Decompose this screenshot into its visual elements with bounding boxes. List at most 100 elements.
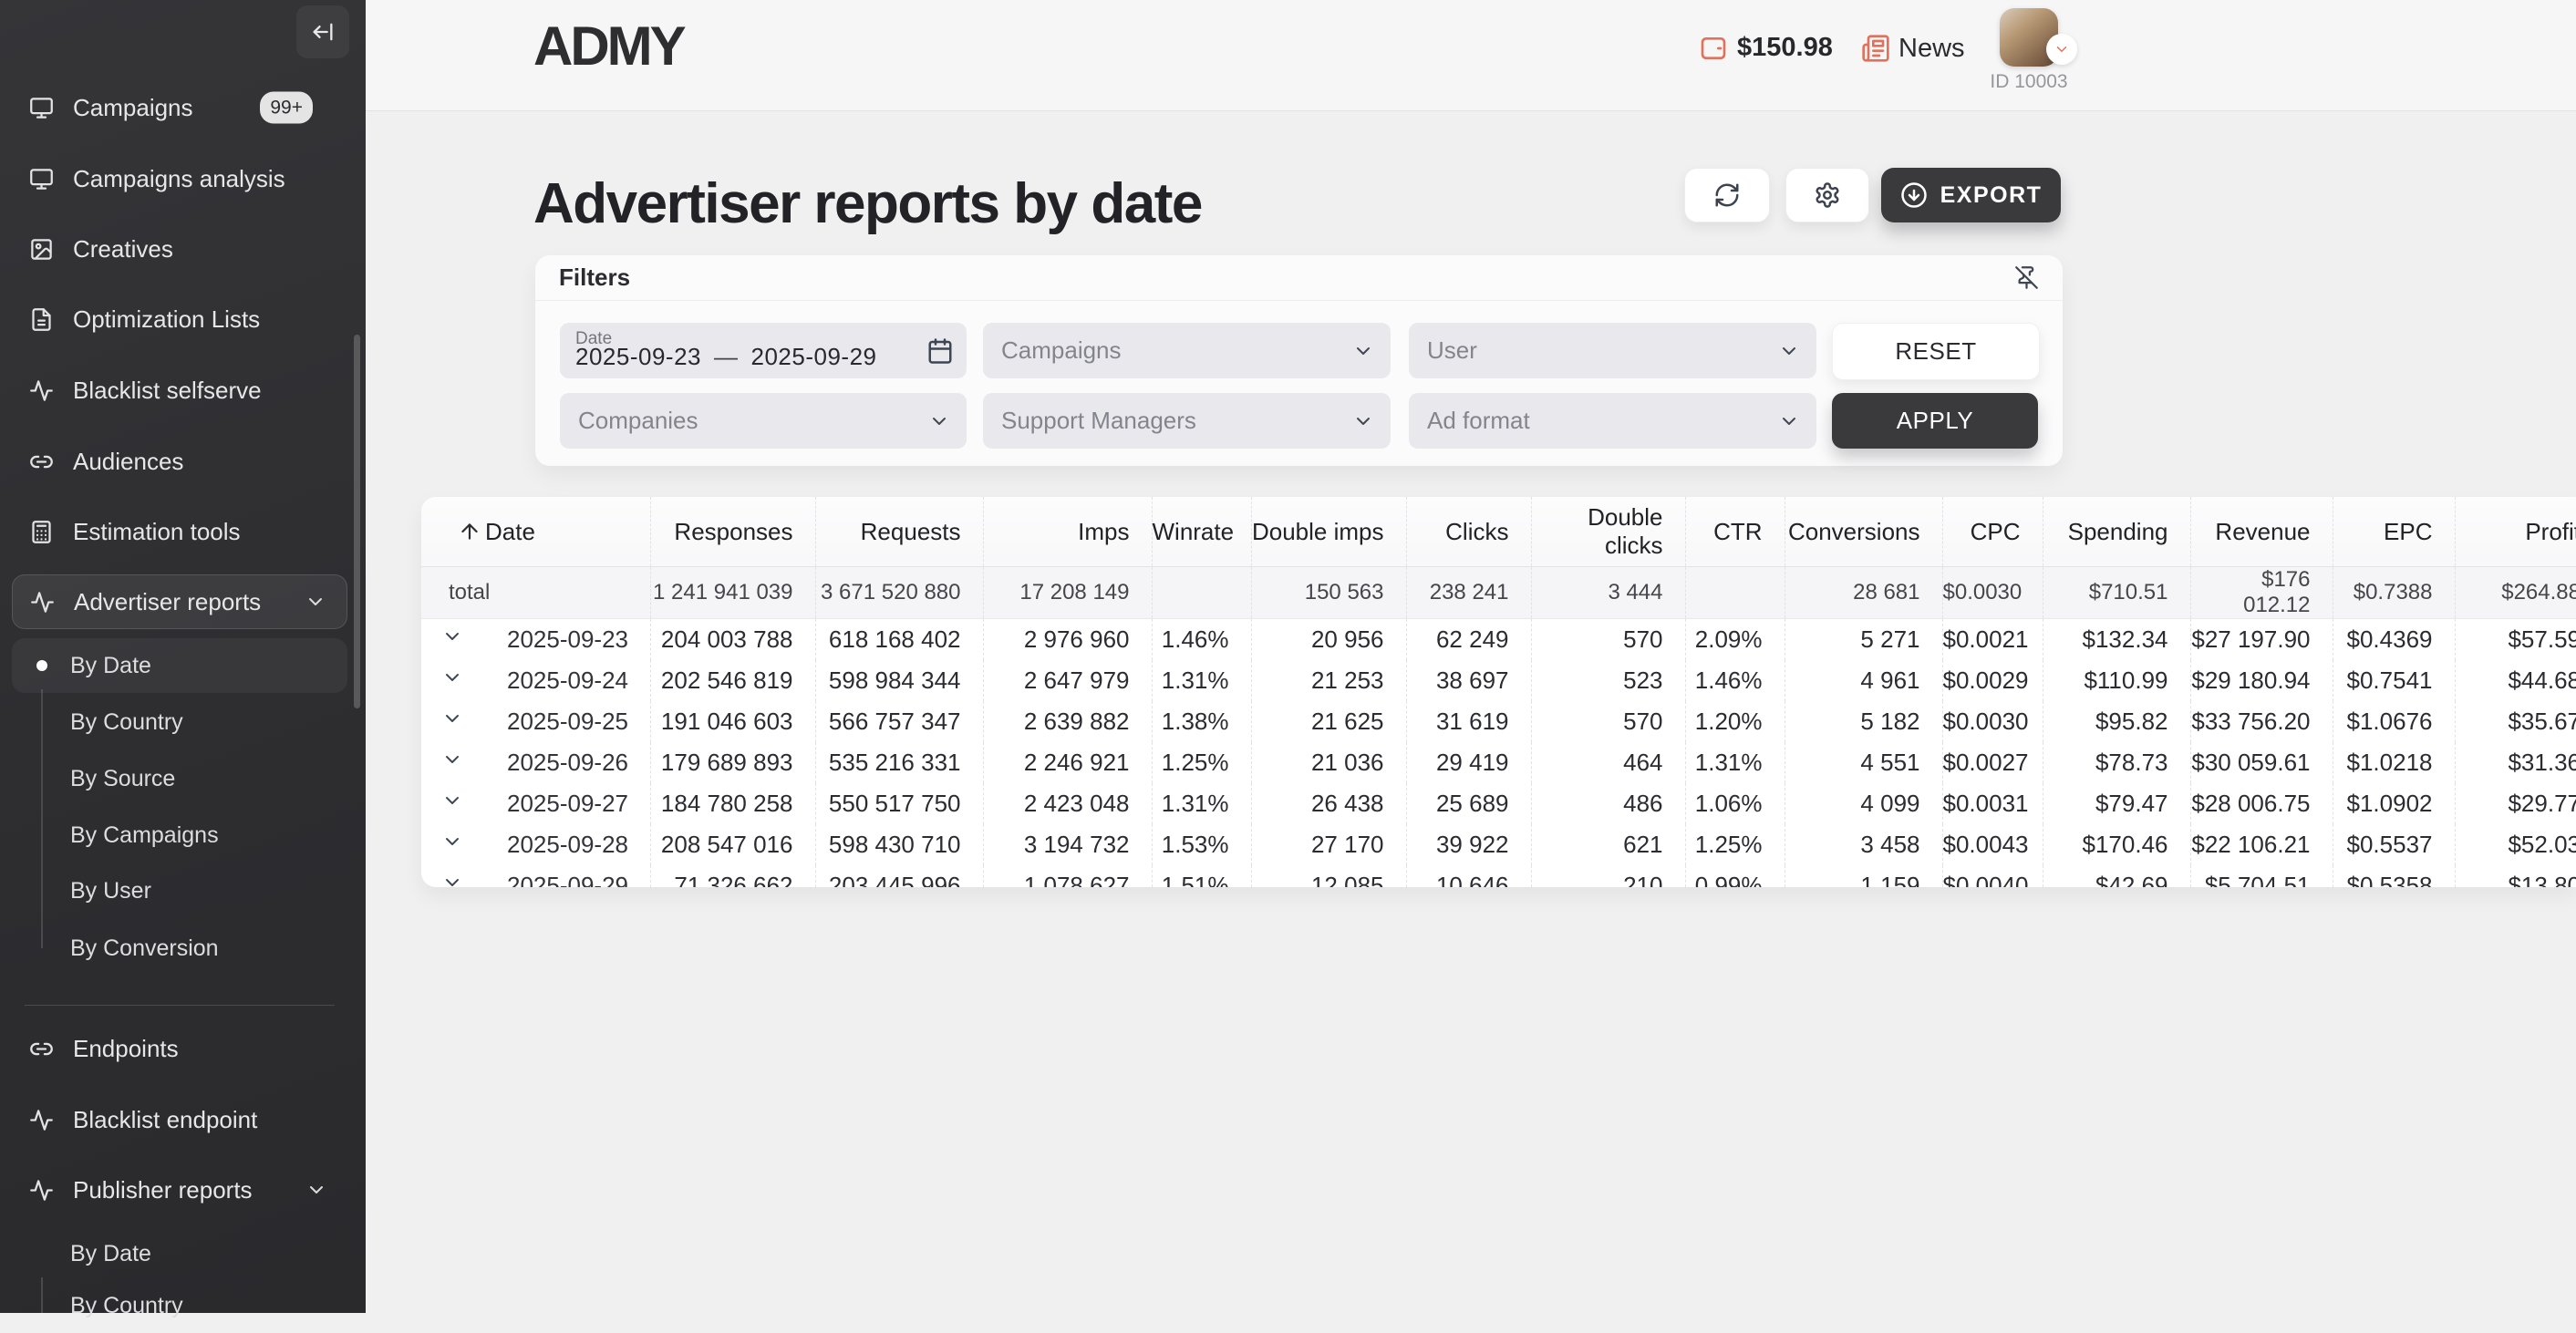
value-cell: 204 003 788 [650, 619, 815, 661]
sidebar-item-endpoints[interactable]: Endpoints [12, 1021, 347, 1076]
ad-format-dropdown[interactable]: Ad format [1409, 393, 1816, 449]
sidebar-item-advertiser-reports[interactable]: Advertiser reports [12, 574, 347, 629]
sidebar-item-audiences[interactable]: Audiences [12, 434, 347, 489]
value-cell: 179 689 893 [650, 742, 815, 783]
row-expand-button[interactable] [441, 749, 463, 770]
sidebar-item-publisher-reports[interactable]: Publisher reports [12, 1162, 347, 1217]
sidebar-subitem-pub-by-date[interactable]: By Date [12, 1226, 347, 1281]
column-header-winrate[interactable]: Winrate [1152, 497, 1251, 567]
pin-off-icon[interactable] [2014, 265, 2039, 290]
column-header-double-clicks[interactable]: Double clicks [1531, 497, 1685, 567]
value-cell: 29 419 [1406, 742, 1531, 783]
table-row: 2025-09-26179 689 893535 216 3312 246 92… [421, 742, 2576, 783]
sidebar-item-blacklist-endpoint[interactable]: Blacklist endpoint [12, 1092, 347, 1147]
row-expand-button[interactable] [441, 666, 463, 688]
value-cell: $5 704.51 [2190, 865, 2333, 887]
value-cell: 550 517 750 [815, 783, 983, 824]
sidebar-subitem-by-date[interactable]: By Date [12, 638, 347, 693]
column-header-cpc[interactable]: CPC [1942, 497, 2043, 567]
sidebar-subitem-by-country[interactable]: By Country [12, 695, 347, 749]
value-cell: 2.09% [1685, 619, 1785, 661]
value-cell: 1.46% [1152, 619, 1251, 661]
value-cell: $170.46 [2043, 824, 2190, 865]
report-table-container: DateResponsesRequestsImpsWinrateDouble i… [421, 497, 2576, 887]
value-cell: 598 430 710 [815, 824, 983, 865]
value-cell: $30 059.61 [2190, 742, 2333, 783]
date-range-input[interactable]: Date 2025-09-23—2025-09-29 [560, 323, 967, 378]
column-header-date[interactable]: Date [483, 497, 650, 567]
total-cell: $0.7388 [2333, 567, 2455, 619]
column-header-double-imps[interactable]: Double imps [1251, 497, 1406, 567]
sidebar-item-campaigns[interactable]: Campaigns 99+ [12, 80, 347, 135]
sidebar-item-label: Advertiser reports [74, 588, 261, 616]
activity-icon [30, 590, 55, 615]
image-icon [29, 237, 54, 262]
chevron-down-icon [928, 410, 950, 432]
value-cell: 71 326 662 [650, 865, 815, 887]
apply-button[interactable]: APPLY [1832, 393, 2038, 449]
news-link[interactable]: News [1898, 34, 1965, 64]
row-expand-button[interactable] [441, 831, 463, 852]
export-label: EXPORT [1940, 182, 2043, 209]
download-circle-icon [1900, 181, 1928, 209]
settings-button[interactable] [1785, 168, 1869, 222]
subitem-label: By User [70, 878, 151, 904]
sidebar-item-campaigns-analysis[interactable]: Campaigns analysis [12, 151, 347, 206]
support-managers-dropdown[interactable]: Support Managers [983, 393, 1391, 449]
column-header-revenue[interactable]: Revenue [2190, 497, 2333, 567]
filters-header: Filters [535, 255, 2063, 301]
chevron-down-icon [1778, 340, 1800, 362]
row-expand-button[interactable] [441, 625, 463, 647]
sidebar-scrollbar[interactable] [354, 335, 360, 708]
companies-dropdown[interactable]: Companies [560, 393, 967, 449]
sidebar-subitem-by-conversion[interactable]: By Conversion [12, 921, 347, 976]
sidebar-subitem-by-user[interactable]: By User [12, 863, 347, 918]
sidebar-subitem-by-source[interactable]: By Source [12, 751, 347, 806]
sidebar-item-optimization-lists[interactable]: Optimization Lists [12, 292, 347, 346]
activity-icon [29, 378, 54, 403]
reset-button[interactable]: RESET [1832, 323, 2040, 380]
column-header-clicks[interactable]: Clicks [1406, 497, 1531, 567]
value-cell: 3 194 732 [983, 824, 1152, 865]
export-button[interactable]: EXPORT [1881, 168, 2061, 222]
sidebar-subitem-by-campaigns[interactable]: By Campaigns [12, 808, 347, 863]
value-cell: $95.82 [2043, 701, 2190, 742]
value-cell: $1.0676 [2333, 701, 2455, 742]
value-cell: 2 976 960 [983, 619, 1152, 661]
column-header-conversions[interactable]: Conversions [1785, 497, 1942, 567]
total-cell: 3 444 [1531, 567, 1685, 619]
column-header-requests[interactable]: Requests [815, 497, 983, 567]
row-expand-button[interactable] [441, 872, 463, 887]
sidebar-subitem-pub-by-country[interactable]: By Country [12, 1278, 347, 1333]
campaigns-dropdown[interactable]: Campaigns [983, 323, 1391, 378]
value-cell: 2 246 921 [983, 742, 1152, 783]
column-header-ctr[interactable]: CTR [1685, 497, 1785, 567]
total-label: total [421, 567, 650, 619]
sidebar-item-label: Blacklist endpoint [73, 1106, 257, 1134]
sidebar-item-estimation-tools[interactable]: Estimation tools [12, 504, 347, 559]
row-expand-button[interactable] [441, 790, 463, 811]
dropdown-placeholder: Companies [578, 407, 698, 435]
user-dropdown[interactable]: User [1409, 323, 1816, 378]
column-header-profit[interactable]: Profit [2455, 497, 2576, 567]
subitem-label: By Country [70, 1293, 183, 1319]
sort-ascending-icon[interactable] [421, 497, 483, 567]
refresh-button[interactable] [1684, 168, 1770, 222]
column-header-spending[interactable]: Spending [2043, 497, 2190, 567]
value-cell: 10 646 [1406, 865, 1531, 887]
balance-amount[interactable]: $150.98 [1737, 33, 1833, 63]
sidebar-collapse-button[interactable] [296, 5, 349, 58]
table-row: 2025-09-24202 546 819598 984 3442 647 97… [421, 660, 2576, 701]
calendar-icon[interactable] [926, 337, 954, 365]
total-cell: 1 241 941 039 [650, 567, 815, 619]
column-header-epc[interactable]: EPC [2333, 497, 2455, 567]
value-cell: 1.31% [1152, 783, 1251, 824]
user-menu-chevron[interactable] [2046, 34, 2077, 65]
sidebar-item-creatives[interactable]: Creatives [12, 222, 347, 276]
row-expand-button[interactable] [441, 708, 463, 729]
total-row: total1 241 941 0393 671 520 88017 208 14… [421, 567, 2576, 619]
sidebar-item-blacklist-selfserve[interactable]: Blacklist selfserve [12, 363, 347, 418]
column-header-imps[interactable]: Imps [983, 497, 1152, 567]
value-cell: 1.25% [1152, 742, 1251, 783]
column-header-responses[interactable]: Responses [650, 497, 815, 567]
